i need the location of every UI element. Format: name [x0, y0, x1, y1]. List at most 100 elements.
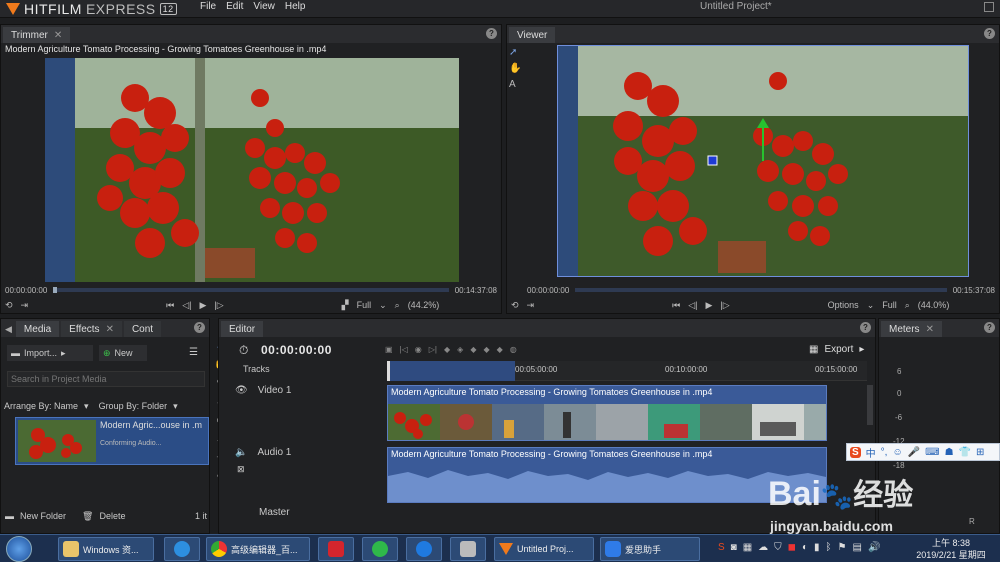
ime-toolbar[interactable]: S 中 °, ☺ 🎤 ⌨ ☗ 👕 ⊞	[846, 443, 1000, 461]
user-icon[interactable]: ☗	[945, 447, 954, 458]
taskbar-i4[interactable]: 爱思助手	[600, 537, 700, 561]
tab-meters[interactable]: Meters ✕	[881, 321, 942, 337]
start-button[interactable]	[6, 536, 32, 562]
tab-effects[interactable]: Effects ✕	[61, 321, 122, 337]
loop-icon[interactable]: ⟲	[5, 300, 13, 311]
speaker-icon[interactable]: 🔈	[235, 447, 247, 458]
volume-icon[interactable]: 🔊	[868, 542, 880, 553]
loop-icon[interactable]: ⟲	[511, 300, 519, 311]
insert-icon[interactable]: ⇥	[21, 300, 29, 311]
zoom-icon[interactable]: ⌕	[905, 300, 910, 311]
viewer-canvas[interactable]	[557, 45, 969, 277]
snapshot-icon[interactable]: ▣	[385, 345, 393, 354]
skin-icon[interactable]: 👕	[959, 447, 971, 458]
zoom-icon[interactable]: ⌕	[395, 300, 400, 311]
trimmer-quality[interactable]: Full	[357, 300, 372, 310]
viewer-zoom[interactable]: (44.0%)	[918, 300, 950, 310]
menu-view[interactable]: View	[253, 1, 275, 12]
keyframe-next-icon[interactable]: ◆	[470, 345, 476, 354]
tray-cloud-icon[interactable]: ☁	[758, 542, 768, 553]
keyframe-prev-icon[interactable]: ◆	[444, 345, 450, 354]
tray-signal-icon[interactable]: ▮	[814, 542, 820, 553]
tab-editor[interactable]: Editor	[221, 321, 264, 337]
help-icon[interactable]: ?	[984, 322, 995, 333]
step-back-icon[interactable]: ◁|	[688, 300, 697, 311]
trimmer-zoom[interactable]: (44.2%)	[408, 300, 440, 310]
keyframe-icon[interactable]: ◈	[457, 345, 463, 354]
new-folder-button[interactable]: New Folder	[20, 511, 66, 521]
media-item[interactable]: Modern Agric...ouse in .m Conforming Aud…	[15, 417, 209, 465]
prev-frame-icon[interactable]: ⏮	[672, 300, 680, 311]
chevron-down-icon[interactable]: ⌄	[379, 300, 387, 311]
insert-icon[interactable]: ⇥	[527, 300, 535, 311]
taskbar-app-red[interactable]	[318, 537, 354, 561]
taskbar-ie[interactable]	[164, 537, 200, 561]
window-control-icon[interactable]	[984, 2, 994, 12]
import-button[interactable]: ▬ Import... ▸	[7, 345, 93, 361]
viewer-options[interactable]: Options	[828, 300, 859, 310]
flag-icon[interactable]: ⚑	[838, 542, 847, 553]
tab-trimmer[interactable]: Trimmer ✕	[3, 27, 71, 43]
search-input[interactable]	[7, 371, 205, 387]
tab-controls[interactable]: Cont	[123, 321, 162, 337]
menu-help[interactable]: Help	[285, 1, 306, 12]
video-clip[interactable]: Modern Agriculture Tomato Processing - G…	[387, 385, 827, 441]
tab-viewer[interactable]: Viewer	[509, 27, 556, 43]
step-back-icon[interactable]: ◁|	[182, 300, 191, 311]
new-button[interactable]: ⊕ New	[99, 345, 147, 361]
help-icon[interactable]: ?	[486, 28, 497, 39]
tray-vpn-icon[interactable]: ◐	[802, 542, 808, 553]
select-tool-icon[interactable]: ➚	[509, 47, 525, 58]
trimmer-playhead[interactable]	[53, 287, 58, 293]
tray-security-icon[interactable]: ⛉	[774, 542, 782, 553]
next-icon[interactable]: ▷|	[429, 345, 437, 354]
play-icon[interactable]: ▶	[199, 300, 206, 311]
clock[interactable]: 上午 8:38 2019/2/21 星期四	[906, 537, 996, 561]
text-tool-icon[interactable]: A	[509, 79, 525, 90]
delete-button[interactable]: Delete	[99, 511, 125, 521]
link-icon[interactable]: ◍	[510, 345, 517, 354]
taskbar-explorer[interactable]: Windows 资...	[58, 537, 154, 561]
help-icon[interactable]: ?	[194, 322, 205, 333]
play-icon[interactable]: ▶	[705, 300, 712, 311]
taskbar-wechat[interactable]	[362, 537, 398, 561]
close-icon[interactable]: ✕	[106, 324, 114, 335]
keyboard-icon[interactable]: ⌨	[925, 447, 939, 458]
arrange-dropdown[interactable]: Arrange By: Name	[4, 401, 78, 412]
tray-i4-icon[interactable]: ◙	[731, 542, 737, 553]
marker-next-icon[interactable]: ◆	[497, 345, 503, 354]
sogou-tray-icon[interactable]: S	[718, 542, 725, 553]
tray-app-icon[interactable]: ▦	[743, 542, 752, 553]
viewer-scrub-bar[interactable]	[575, 288, 947, 292]
viewer-quality[interactable]: Full	[882, 300, 897, 310]
list-view-icon[interactable]: ☰	[189, 347, 198, 358]
menu-edit[interactable]: Edit	[226, 1, 243, 12]
mic-icon[interactable]: 🎤	[908, 447, 920, 458]
chevron-down-icon[interactable]: ⌄	[867, 300, 875, 311]
close-icon[interactable]: ✕	[54, 30, 62, 41]
audio-clip[interactable]: Modern Agriculture Tomato Processing - G…	[387, 447, 827, 503]
step-forward-icon[interactable]: |▷	[214, 300, 223, 311]
close-icon[interactable]: ✕	[926, 324, 934, 335]
chevron-left-icon[interactable]: ◀	[3, 324, 14, 337]
help-icon[interactable]: ?	[984, 28, 995, 39]
quality-icon[interactable]: ▞	[342, 300, 349, 311]
trash-icon[interactable]: 🗑	[82, 511, 93, 522]
eye-icon[interactable]: 👁	[235, 385, 248, 396]
taskbar-hitfilm[interactable]: Untitled Proj...	[494, 537, 594, 561]
timeline-ruler[interactable]: 00:05:00:00 00:10:00:00 00:15:00:00	[387, 361, 867, 381]
tab-media[interactable]: Media	[15, 321, 60, 337]
network-icon[interactable]: ▤	[853, 542, 862, 553]
grid-icon[interactable]: ⊞	[976, 447, 984, 458]
vertical-scrollbar[interactable]	[867, 385, 873, 425]
hand-tool-icon[interactable]: ✋	[509, 63, 525, 74]
ime-mode[interactable]: 中	[866, 445, 876, 460]
export-button[interactable]: ▦ Export ▸	[809, 344, 864, 355]
audio-wave-icon[interactable]: ⊠	[237, 464, 245, 475]
prev-icon[interactable]: |◁	[400, 345, 408, 354]
emoji-icon[interactable]: ☺	[892, 447, 902, 458]
help-icon[interactable]: ?	[860, 322, 871, 333]
group-dropdown[interactable]: Group By: Folder	[99, 401, 168, 412]
chevron-down-icon[interactable]: ▾	[84, 401, 89, 412]
menu-file[interactable]: File	[200, 1, 216, 12]
